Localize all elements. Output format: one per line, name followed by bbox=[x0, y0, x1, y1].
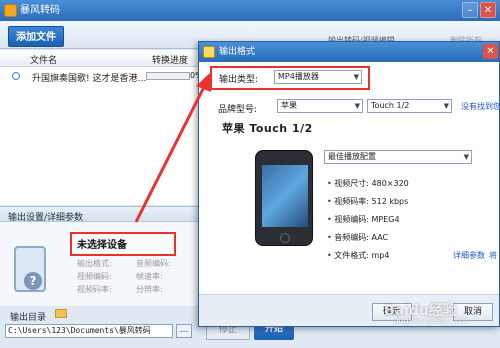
file-list: 文件名 转换进度 升国旗奏国歌! 这才是香港… 0% bbox=[0, 50, 203, 205]
spec-resolution: 分辨率: bbox=[136, 285, 163, 294]
spec-video-bitrate: 视频码率: bbox=[77, 285, 112, 294]
chevron-down-icon: ▼ bbox=[463, 153, 469, 161]
quality-select[interactable]: 最佳播放配置 ▼ bbox=[324, 150, 472, 164]
phone-screen bbox=[262, 165, 308, 227]
column-header-filename[interactable]: 文件名 bbox=[30, 53, 57, 66]
model-value: Touch 1/2 bbox=[371, 101, 410, 110]
column-header-progress[interactable]: 转换进度 bbox=[152, 53, 188, 66]
progress-bar bbox=[146, 72, 190, 80]
table-row[interactable]: 升国旗奏国歌! 这才是香港… 0% bbox=[0, 68, 203, 84]
file-name: 升国旗奏国歌! 这才是香港… bbox=[32, 74, 147, 84]
output-type-select[interactable]: MP4播放器 ▼ bbox=[274, 70, 362, 84]
spec-line: • 视频尺寸: 480×320 bbox=[327, 179, 409, 188]
spec-audio-codec: 音频编码: bbox=[136, 259, 171, 268]
phone-icon bbox=[255, 150, 313, 246]
spec-line: • 视频码率: 512 kbps bbox=[327, 197, 409, 206]
browse-button[interactable]: ... bbox=[176, 324, 192, 338]
list-header: 文件名 转换进度 bbox=[0, 50, 200, 67]
no-device-label[interactable]: 未选择设备 bbox=[77, 236, 127, 251]
quality-value: 最佳播放配置 bbox=[328, 152, 376, 161]
output-type-label: 输出类型: bbox=[219, 75, 259, 85]
brand-value: 苹果 bbox=[281, 101, 297, 110]
not-found-link[interactable]: 没有找到您 bbox=[461, 101, 500, 112]
dialog-title: 输出格式 bbox=[219, 47, 256, 57]
dialog-close-button[interactable]: ✕ bbox=[483, 44, 498, 59]
folder-icon[interactable] bbox=[55, 309, 67, 318]
dialog-titlebar: 输出格式 bbox=[199, 42, 499, 62]
chevron-down-icon: ▼ bbox=[353, 73, 359, 81]
spec-frame-rate: 帧速率: bbox=[136, 272, 163, 281]
device-title: 苹果 Touch 1/2 bbox=[222, 122, 313, 135]
spec-output-format: 输出格式: bbox=[77, 259, 112, 268]
spec-line: • 视频编码: MPEG4 bbox=[327, 215, 400, 224]
details-link[interactable]: 详细参数 bbox=[453, 250, 485, 261]
model-select[interactable]: Touch 1/2 ▼ bbox=[367, 99, 452, 113]
window-title: 暴风转码 bbox=[20, 5, 60, 16]
settings-header: 输出设置/详细参数 bbox=[0, 206, 200, 223]
brand-label: 品牌型号: bbox=[218, 105, 258, 115]
clock-icon bbox=[12, 72, 20, 80]
output-type-value: MP4播放器 bbox=[278, 72, 319, 81]
spec-line: • 音频编码: AAC bbox=[327, 233, 389, 242]
spec-video-codec: 视频编码: bbox=[77, 272, 112, 281]
question-mark-icon: ? bbox=[24, 272, 42, 290]
brand-select[interactable]: 苹果 ▼ bbox=[277, 99, 363, 113]
add-file-button[interactable]: 添加文件 bbox=[8, 26, 64, 47]
output-path-input[interactable]: C:\Users\123\Documents\暴风转码 bbox=[5, 324, 173, 338]
dialog-icon bbox=[203, 46, 215, 58]
chevron-down-icon: ▼ bbox=[443, 102, 449, 110]
phone-home-button bbox=[280, 233, 290, 243]
app-logo-icon bbox=[4, 4, 17, 17]
minimize-button[interactable]: – bbox=[462, 2, 478, 18]
spec-line: • 文件格式: mp4 bbox=[327, 251, 390, 260]
close-window-button[interactable]: ✕ bbox=[480, 2, 496, 18]
details-more-link[interactable]: 将 bbox=[489, 250, 497, 261]
main-window-titlebar: 暴风转码 bbox=[0, 0, 500, 21]
output-dir-label: 输出目录 bbox=[10, 313, 47, 323]
output-format-dialog: 输出格式 ✕ 输出类型: MP4播放器 ▼ 品牌型号: 苹果 ▼ Touch 1… bbox=[198, 41, 500, 327]
watermark-sub: jingyan.baidu.com bbox=[394, 316, 468, 325]
chevron-down-icon: ▼ bbox=[354, 102, 360, 110]
